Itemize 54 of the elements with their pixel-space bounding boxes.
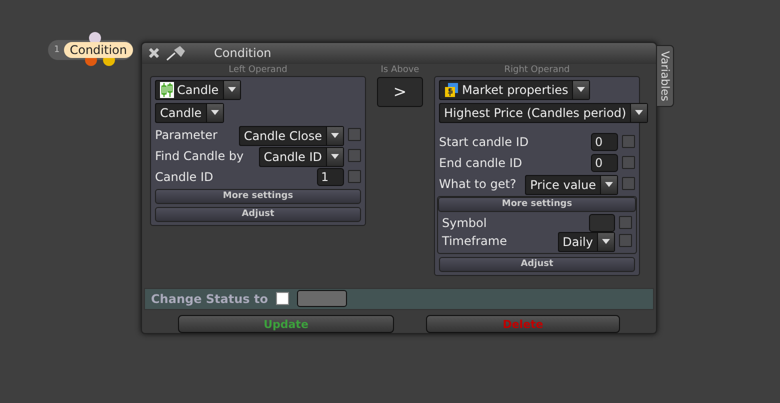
caret-icon[interactable] (572, 80, 590, 98)
checkbox[interactable] (622, 135, 635, 148)
caret-icon[interactable] (222, 80, 240, 98)
variables-tab[interactable]: Variables (656, 45, 674, 107)
candlestick-icon (160, 82, 174, 98)
field-label: Find Candle by (155, 148, 245, 162)
window-title: Condition (214, 46, 272, 60)
checkbox[interactable] (348, 149, 361, 162)
field-label: End candle ID (439, 156, 524, 170)
more-settings-button[interactable]: More settings (438, 196, 636, 212)
caret-icon[interactable] (326, 126, 343, 144)
number-field[interactable]: 1 (317, 168, 344, 186)
checkbox[interactable] (622, 177, 635, 190)
caret-icon[interactable] (630, 104, 648, 122)
checkbox[interactable] (276, 292, 289, 306)
dropdown[interactable]: Candle Close (238, 126, 344, 146)
function-dropdown[interactable]: Highest Price (Candles period) (439, 102, 648, 122)
more-settings-button[interactable]: More settings (155, 188, 361, 204)
checkbox[interactable] (619, 234, 632, 247)
field-label: Start candle ID (439, 134, 530, 148)
field-label: Timeframe (442, 234, 508, 248)
field-label: Parameter (155, 128, 218, 142)
status-field[interactable] (296, 290, 347, 308)
field-label: Symbol (442, 216, 488, 230)
source-dropdown[interactable]: Candle (155, 80, 241, 100)
operator-button[interactable]: > (377, 76, 423, 106)
source-dropdown[interactable]: Market properties (439, 80, 590, 100)
caret-icon[interactable] (597, 232, 614, 250)
adjust-button[interactable]: Adjust (439, 256, 635, 272)
checkbox[interactable] (348, 128, 361, 141)
operator-heading: Is Above (380, 64, 420, 76)
checkbox[interactable] (622, 156, 635, 169)
dropdown[interactable]: Price value (525, 174, 618, 194)
type-dropdown[interactable]: Candle (155, 102, 224, 122)
caret-icon[interactable] (206, 104, 223, 122)
status-label: Change Status to (151, 292, 268, 306)
caret-icon[interactable] (326, 148, 343, 166)
adjust-button[interactable]: Adjust (155, 206, 361, 222)
section-heading: Right Operand (503, 64, 571, 76)
market-icon (444, 82, 459, 98)
number-field[interactable]: 0 (591, 154, 618, 172)
checkbox[interactable] (348, 170, 361, 183)
dropdown[interactable]: Daily (558, 232, 615, 252)
section-heading: Left Operand (228, 64, 288, 76)
close-icon[interactable] (148, 47, 160, 60)
caret-icon[interactable] (600, 176, 617, 194)
checkbox[interactable] (619, 216, 632, 229)
dropdown[interactable]: Candle ID (258, 146, 344, 166)
field-label: Candle ID (155, 170, 214, 184)
field-label: What to get? (439, 176, 518, 190)
node-number: 1 (54, 45, 60, 55)
node-label[interactable]: Condition (64, 42, 133, 58)
number-field[interactable]: 0 (591, 132, 618, 150)
symbol-field[interactable] (589, 214, 615, 232)
